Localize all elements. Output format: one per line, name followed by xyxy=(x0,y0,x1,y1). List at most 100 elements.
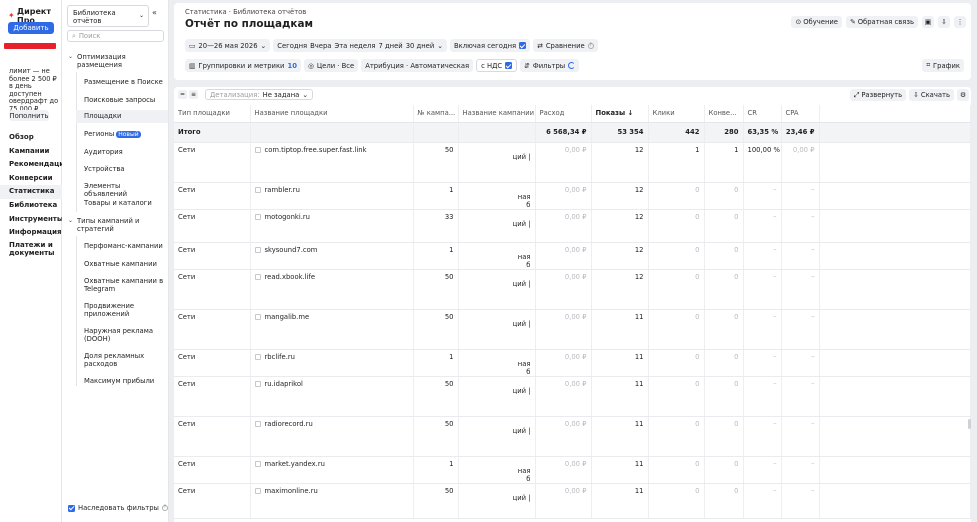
table-row[interactable]: Сети com.tiptop.free.super.fast.link 50 ций… xyxy=(174,142,971,183)
table-row[interactable]: Сети skysound7.com 1 ная б 0,00 ₽ 12 0 0 – – xyxy=(174,242,971,270)
feedback-button[interactable]: ✎ Обратная связь xyxy=(846,16,918,28)
col-spend[interactable]: Расход xyxy=(535,105,592,123)
table-row[interactable]: Сети ru.idaprikol 50 ций | 0,00 ₽ 11 0 0 – – xyxy=(174,376,971,417)
detail-select[interactable]: Детализация: Не задана ⌄ xyxy=(205,89,314,100)
attribution-select[interactable]: Атрибуция · Автоматическая xyxy=(361,59,474,72)
expand-button[interactable]: ⤢ Развернуть xyxy=(849,89,907,101)
tree-item-reach-telegram[interactable]: Охватные кампании в Telegram xyxy=(84,277,164,293)
tree-item-regions[interactable]: Регионы Новый xyxy=(84,130,164,138)
list-view-icon[interactable]: ≡ xyxy=(189,90,198,99)
cell-site-name-text[interactable]: market.yandex.ru xyxy=(265,460,325,468)
nav-item-recommendations[interactable]: Рекомендации xyxy=(0,158,62,172)
tree-item-search-queries[interactable]: Поисковые запросы xyxy=(84,96,164,104)
cell-site-name-text[interactable]: read.xbook.life xyxy=(265,273,316,281)
help-icon[interactable]: ? xyxy=(161,505,168,511)
col-clicks[interactable]: Клики xyxy=(648,105,705,123)
inherit-filters-checkbox[interactable]: Наследовать фильтры? xyxy=(68,504,168,512)
row-checkbox[interactable] xyxy=(254,353,261,360)
tree-item-max-profit[interactable]: Максимум прибыли xyxy=(84,377,164,385)
tree-item-app-promotion[interactable]: Продвижение приложений xyxy=(84,302,164,318)
cell-site-name-text[interactable]: mangalib.me xyxy=(265,313,310,321)
preset-today[interactable]: Сегодня xyxy=(277,42,307,50)
nav-item-library[interactable]: Библиотека xyxy=(0,199,62,213)
table-row[interactable]: Сети rambler.ru 1 ная б 0,00 ₽ 12 0 0 – – xyxy=(174,182,971,210)
col-shows[interactable]: Показы ↓ xyxy=(591,105,649,123)
tree-item-devices[interactable]: Устройства xyxy=(84,165,164,173)
save-icon[interactable]: ▣ xyxy=(922,16,934,28)
more-icon[interactable]: ⋮ xyxy=(954,16,966,28)
tree-item-ad-elements[interactable]: Элементы объявлений xyxy=(84,182,164,198)
table-row[interactable]: Сети market.yandex.ru 1 ная б 0,00 ₽ 11 0 0 – – xyxy=(174,456,971,484)
table-row[interactable]: Сети rbclife.ru 1 ная б 0,00 ₽ 11 0 0 – – xyxy=(174,349,971,377)
nav-item-campaigns[interactable]: Кампании xyxy=(0,145,62,159)
nav-item-tools[interactable]: Инструменты xyxy=(0,213,62,227)
table-row[interactable]: Сети maximonline.ru 50 ций | 0,00 ₽ 11 0 0 – – xyxy=(174,483,971,519)
row-checkbox[interactable] xyxy=(254,273,261,280)
tree-item-search-placement[interactable]: Размещение в Поиске xyxy=(84,78,164,86)
date-range-picker[interactable]: ▭ 20—26 мая 2026 ⌄ xyxy=(185,39,271,52)
cell-site-name-text[interactable]: radiorecord.ru xyxy=(265,420,313,428)
nav-item-payments[interactable]: Платежи и документы xyxy=(0,240,62,259)
row-checkbox[interactable] xyxy=(254,460,261,467)
cell-site-name-text[interactable]: ru.idaprikol xyxy=(265,380,303,388)
export-icon[interactable]: ⇩ xyxy=(938,16,950,28)
cell-site-name-text[interactable]: motogonki.ru xyxy=(265,213,310,221)
density-icon[interactable]: = xyxy=(178,90,187,99)
tree-item-audience[interactable]: Аудитория xyxy=(84,148,164,156)
preset-yesterday[interactable]: Вчера xyxy=(310,42,331,50)
tree-group-optimization[interactable]: ⌄ Оптимизация размещения xyxy=(68,53,147,69)
row-checkbox[interactable] xyxy=(254,186,261,193)
vat-toggle[interactable]: с НДС xyxy=(476,59,518,72)
collapse-sidebar-icon[interactable]: « xyxy=(152,8,157,17)
scrollbar[interactable] xyxy=(968,419,971,429)
table-row[interactable]: Сети read.xbook.life 50 ций | 0,00 ₽ 12 0 0 – – xyxy=(174,269,971,310)
table-row[interactable]: Сети radiorecord.ru 50 ций | 0,00 ₽ 11 0 0 – – xyxy=(174,416,971,457)
tree-item-performance[interactable]: Перфоманс-кампании xyxy=(84,242,164,250)
settings-icon[interactable]: ⚙ xyxy=(957,89,969,101)
cell-site-name-text[interactable]: rambler.ru xyxy=(265,186,300,194)
table-row[interactable]: Сети motogonki.ru 33 ций | 0,00 ₽ 12 0 0 – – xyxy=(174,209,971,243)
nav-item-overview[interactable]: Обзор xyxy=(0,131,62,145)
cell-site-name-text[interactable]: com.tiptop.free.super.fast.link xyxy=(265,146,367,154)
row-checkbox[interactable] xyxy=(254,313,261,320)
tree-item-reach[interactable]: Охватные кампании xyxy=(84,260,164,268)
col-cpa[interactable]: CPA xyxy=(781,105,820,123)
help-icon[interactable]: ? xyxy=(587,42,594,49)
download-button[interactable]: ⇩ Скачать xyxy=(909,89,954,101)
groupings-metrics-button[interactable]: ▥ Группировки и метрики 10 xyxy=(185,59,301,72)
tree-item-ad-share[interactable]: Доля рекламных расходов xyxy=(84,352,164,368)
col-site-name[interactable]: Название площадки xyxy=(250,105,414,123)
library-select[interactable]: Библиотека отчётов ⌄ xyxy=(67,5,149,27)
col-campaign-number[interactable]: № кампа... xyxy=(413,105,459,123)
search-input[interactable]: ⌕ Поиск xyxy=(67,30,164,42)
col-campaign-name[interactable]: Название кампании xyxy=(458,105,536,123)
row-checkbox[interactable] xyxy=(254,487,261,494)
tree-item-dooh[interactable]: Наружная реклама (DOOH) xyxy=(84,327,164,343)
filters-button[interactable]: ⇵ Фильтры xyxy=(520,59,580,72)
nav-item-conversions[interactable]: Конверсии xyxy=(0,172,62,186)
include-today-toggle[interactable]: Включая сегодня xyxy=(449,39,531,52)
row-checkbox[interactable] xyxy=(254,420,261,427)
cell-site-name-text[interactable]: skysound7.com xyxy=(265,246,318,254)
col-cr[interactable]: CR xyxy=(743,105,782,123)
chevron-down-icon[interactable]: ⌄ xyxy=(437,42,443,50)
row-checkbox[interactable] xyxy=(254,380,261,387)
nav-item-info[interactable]: Информация xyxy=(0,226,62,240)
row-checkbox[interactable] xyxy=(254,146,261,153)
preset-this-week[interactable]: Эта неделя xyxy=(334,42,375,50)
compare-button[interactable]: ⇄ Сравнение? xyxy=(533,39,598,52)
row-checkbox[interactable] xyxy=(254,246,261,253)
table-row[interactable]: Сети mangalib.me 50 ций | 0,00 ₽ 11 0 0 – – xyxy=(174,309,971,350)
add-button[interactable]: Добавить xyxy=(8,22,54,34)
cell-site-name-text[interactable]: maximonline.ru xyxy=(265,487,318,495)
topup-button[interactable]: Пополнить xyxy=(9,110,49,121)
tree-item-sites[interactable]: Площадки xyxy=(76,110,168,123)
col-conversions[interactable]: Конве... xyxy=(704,105,744,123)
chart-button[interactable]: ⌗ График xyxy=(922,59,964,72)
preset-7-days[interactable]: 7 дней xyxy=(378,42,402,50)
cell-site-name-text[interactable]: rbclife.ru xyxy=(265,353,295,361)
preset-30-days[interactable]: 30 дней xyxy=(406,42,435,50)
row-checkbox[interactable] xyxy=(254,213,261,220)
tree-group-campaign-types[interactable]: ⌄ Типы кампаний и стратегий xyxy=(68,217,147,233)
breadcrumb[interactable]: Статистика · Библиотека отчётов xyxy=(185,8,306,16)
